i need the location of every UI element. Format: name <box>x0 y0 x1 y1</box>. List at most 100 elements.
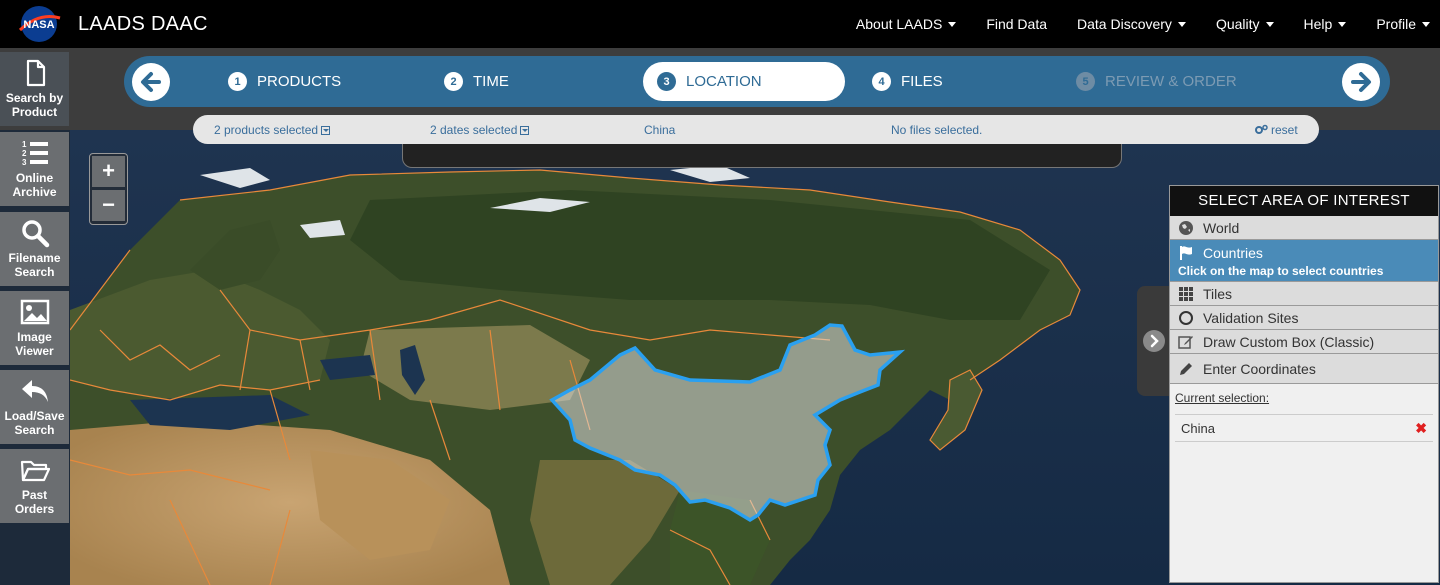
aoi-panel-title: SELECT AREA OF INTEREST <box>1170 186 1438 216</box>
tool-image-viewer[interactable]: Image Viewer <box>0 291 69 365</box>
selection-item-name: China <box>1181 420 1215 436</box>
step-products[interactable]: 1 PRODUCTS <box>214 62 341 101</box>
svg-text:NASA: NASA <box>23 19 54 31</box>
menu-profile[interactable]: Profile <box>1376 16 1430 32</box>
aoi-option-label: Countries <box>1203 245 1263 261</box>
main-menu: About LAADS Find Data Data Discovery Qua… <box>826 0 1430 48</box>
arrow-right-icon <box>1351 72 1371 92</box>
location-summary[interactable]: China <box>644 123 675 137</box>
aoi-option-countries[interactable]: Countries Click on the map to select cou… <box>1170 240 1438 282</box>
step-label: PRODUCTS <box>257 73 342 90</box>
previous-step-button[interactable] <box>132 63 170 101</box>
current-selection: Current selection: China ✖ <box>1170 384 1438 449</box>
collapse-panel-button[interactable] <box>1137 286 1171 396</box>
selection-item: China ✖ <box>1175 414 1433 442</box>
menu-data-discovery[interactable]: Data Discovery <box>1077 16 1186 32</box>
menu-quality-label: Quality <box>1215 16 1260 32</box>
nasa-logo[interactable]: NASA <box>16 4 62 44</box>
menu-profile-label: Profile <box>1376 16 1416 32</box>
current-selection-label: Current selection: <box>1175 391 1270 405</box>
countries-hint: Click on the map to select countries <box>1178 264 1384 278</box>
next-step-button[interactable] <box>1342 63 1380 101</box>
tool-online-archive[interactable]: 123 Online Archive <box>0 132 69 206</box>
aoi-option-draw-box[interactable]: Draw Custom Box (Classic) <box>1170 330 1438 354</box>
area-of-interest-panel: SELECT AREA OF INTEREST World Countries … <box>1169 185 1439 583</box>
svg-text:3: 3 <box>22 158 27 167</box>
step-number: 4 <box>872 72 891 91</box>
step-time[interactable]: 2 TIME <box>430 62 509 101</box>
step-files[interactable]: 4 FILES <box>858 62 943 101</box>
image-icon <box>20 299 49 325</box>
aoi-option-tiles[interactable]: Tiles <box>1170 282 1438 306</box>
remove-selection-icon[interactable]: ✖ <box>1415 420 1427 437</box>
svg-text:1: 1 <box>22 140 27 149</box>
step-number: 1 <box>228 72 247 91</box>
globe-icon <box>1179 220 1193 235</box>
menu-about[interactable]: About LAADS <box>855 16 957 32</box>
reset-button[interactable]: reset <box>1255 123 1298 137</box>
circle-icon <box>1179 310 1193 325</box>
aoi-option-label: Tiles <box>1203 285 1233 302</box>
tool-label: Image Viewer <box>15 330 54 358</box>
summary-dropdown-tab <box>402 144 1122 168</box>
svg-text:2: 2 <box>22 149 27 158</box>
aoi-option-enter-coordinates[interactable]: Enter Coordinates <box>1170 354 1438 384</box>
tool-label: Online Archive <box>12 171 57 199</box>
step-label: TIME <box>473 73 509 90</box>
step-number: 3 <box>657 72 676 91</box>
dates-summary[interactable]: 2 dates selected <box>430 123 530 137</box>
step-wizard: 1 PRODUCTS 2 TIME 3 LOCATION 4 FILES 5 REVIEW… <box>124 56 1390 107</box>
products-summary[interactable]: 2 products selected <box>214 123 331 137</box>
menu-quality[interactable]: Quality <box>1216 16 1274 32</box>
zoom-in-button[interactable]: + <box>92 156 125 187</box>
tool-label: Filename Search <box>8 251 61 279</box>
products-summary-text: 2 products selected <box>214 123 319 137</box>
aoi-option-label: Enter Coordinates <box>1203 360 1316 377</box>
folder-open-icon <box>20 460 50 482</box>
pencil-icon <box>1180 362 1192 375</box>
step-location[interactable]: 3 LOCATION <box>643 62 845 101</box>
search-icon <box>21 220 49 248</box>
tool-load-save-search[interactable]: Load/Save Search <box>0 370 69 444</box>
menu-data-discovery-label: Data Discovery <box>1077 16 1172 32</box>
menu-help-label: Help <box>1303 16 1333 32</box>
brand-title[interactable]: LAADS DAAC <box>78 13 208 36</box>
tool-label: Past Orders <box>14 488 55 516</box>
caret-down-icon <box>1177 21 1186 27</box>
top-navbar: NASA LAADS DAAC About LAADS Find Data Da… <box>0 0 1440 48</box>
aoi-option-label: Draw Custom Box (Classic) <box>1203 333 1375 350</box>
zoom-control: + − <box>89 153 128 225</box>
tool-filename-search[interactable]: Filename Search <box>0 212 69 286</box>
step-number: 2 <box>444 72 463 91</box>
dropdown-icon <box>321 126 331 135</box>
caret-down-icon <box>1265 21 1274 27</box>
aoi-option-label: World <box>1203 219 1240 236</box>
step-label: REVIEW & ORDER <box>1105 73 1237 90</box>
app-root: NASA LAADS DAAC About LAADS Find Data Da… <box>0 0 1440 585</box>
menu-find-data[interactable]: Find Data <box>986 16 1047 32</box>
arrow-left-icon <box>141 72 161 92</box>
menu-find-data-label: Find Data <box>986 16 1048 32</box>
dates-summary-text: 2 dates selected <box>430 123 518 137</box>
caret-down-icon <box>948 21 957 27</box>
numbered-list-icon: 123 <box>22 140 48 167</box>
tool-search-by-product[interactable]: Search by Product <box>0 52 69 126</box>
gears-icon <box>1255 124 1268 134</box>
zoom-out-button[interactable]: − <box>92 190 125 221</box>
menu-about-label: About LAADS <box>855 16 943 32</box>
grid-icon <box>1179 286 1193 301</box>
menu-help[interactable]: Help <box>1304 16 1347 32</box>
caret-down-icon <box>1338 21 1347 27</box>
aoi-option-label: Validation Sites <box>1203 309 1299 326</box>
aoi-option-validation-sites[interactable]: Validation Sites <box>1170 306 1438 330</box>
selection-summary-bar: 2 products selected 2 dates selected Chi… <box>193 115 1319 144</box>
tool-label: Load/Save Search <box>4 409 65 437</box>
aoi-option-world[interactable]: World <box>1170 216 1438 240</box>
tool-label: Search by Product <box>5 91 64 119</box>
step-review-order: 5 REVIEW & ORDER <box>1062 62 1237 101</box>
flag-icon <box>1180 246 1192 260</box>
step-label: FILES <box>901 73 943 90</box>
step-number: 5 <box>1076 72 1095 91</box>
caret-down-icon <box>1422 21 1430 27</box>
tool-past-orders[interactable]: Past Orders <box>0 449 69 523</box>
